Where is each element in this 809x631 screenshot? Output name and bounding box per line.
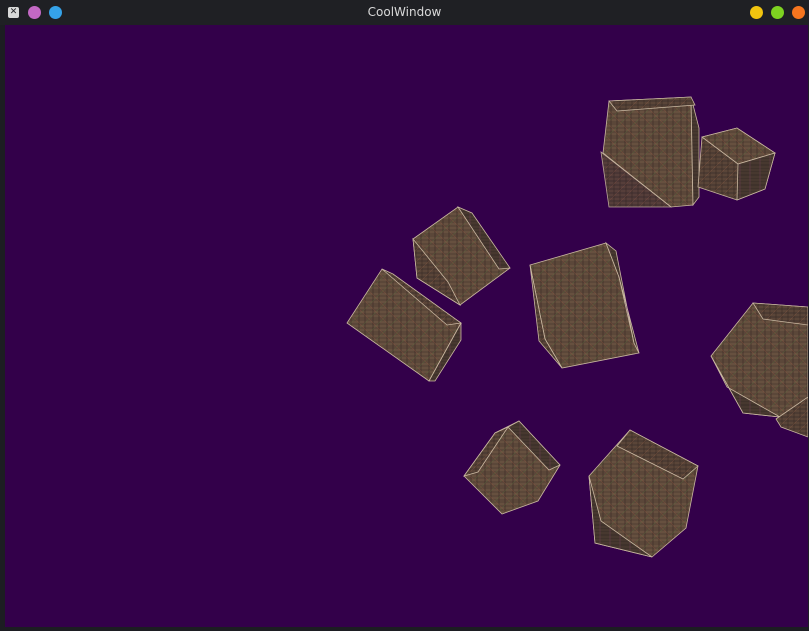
scene-svg [346,96,808,558]
window-border-bottom [0,627,809,631]
app-window: ✕ CoolWindow [0,0,809,631]
cube [463,420,561,515]
maximize-button[interactable] [771,6,784,19]
render-canvas[interactable] [5,25,808,627]
window-title: CoolWindow [367,5,442,19]
titlebar[interactable]: ✕ CoolWindow [0,0,809,25]
cube [588,429,699,558]
cube [412,206,511,307]
cube [600,96,700,208]
cube [710,302,808,438]
cube [697,127,776,201]
close-button[interactable] [792,6,805,19]
cube [529,241,640,369]
minimize-button[interactable] [750,6,763,19]
